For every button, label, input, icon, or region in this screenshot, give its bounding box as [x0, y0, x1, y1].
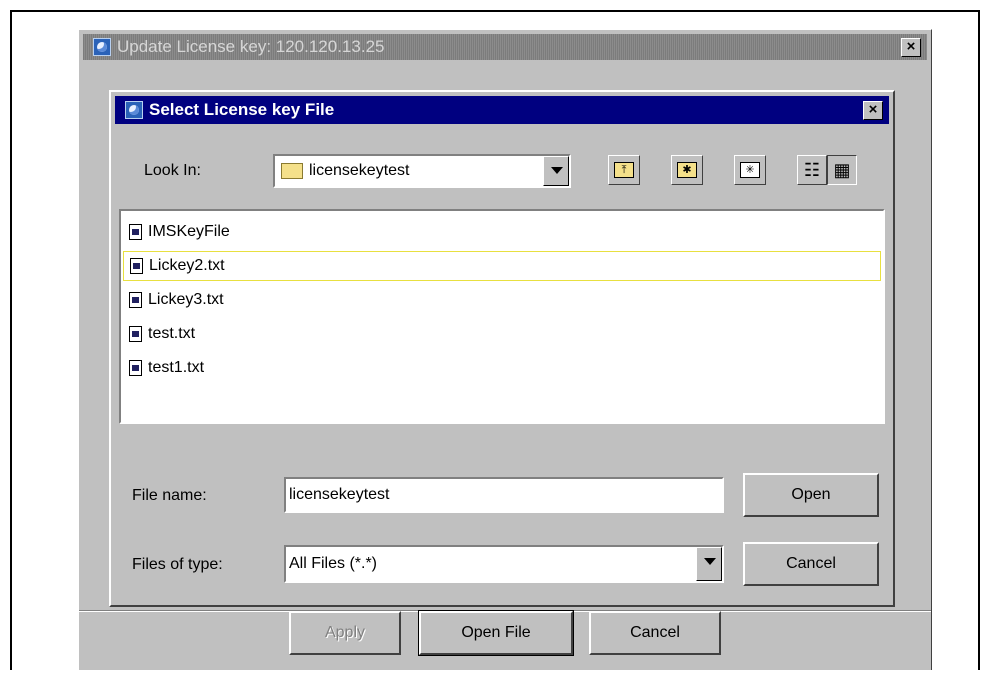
outer-window-title: Update License key: 120.120.13.25 [117, 37, 385, 56]
open-button-label: Open [791, 486, 831, 503]
open-file-button[interactable]: Open File [418, 610, 574, 656]
file-list[interactable]: IMSKeyFile Lickey2.txt Lickey3.txt test.… [119, 209, 885, 424]
files-of-type-label: Files of type: [132, 556, 223, 573]
footer-cancel-button[interactable]: Cancel [589, 611, 721, 655]
file-name: test1.txt [148, 359, 205, 376]
list-view-button[interactable]: ☷ [797, 155, 827, 185]
dialog-cancel-button[interactable]: Cancel [743, 542, 879, 586]
file-name: Lickey3.txt [148, 291, 224, 308]
details-view-button[interactable]: ▦ [827, 155, 857, 185]
file-name: IMSKeyFile [148, 223, 230, 240]
select-file-dialog: Select License key File × Look In: licen… [109, 90, 895, 607]
dialog-app-icon [125, 101, 143, 119]
home-folder-button[interactable]: ✱ [671, 155, 703, 185]
update-license-window: Update License key: 120.120.13.25 × Sele… [78, 29, 932, 670]
file-name-value: licensekeytest [289, 486, 390, 503]
look-in-dropdown-arrow[interactable] [543, 156, 569, 186]
footer-cancel-label: Cancel [630, 624, 680, 641]
file-item[interactable]: IMSKeyFile [123, 217, 881, 247]
files-of-type-dropdown-arrow[interactable] [696, 547, 722, 581]
look-in-label: Look In: [144, 162, 201, 179]
details-view-icon: ▦ [833, 159, 851, 180]
file-name: test.txt [148, 325, 196, 342]
file-item-selected[interactable]: Lickey2.txt [123, 251, 881, 281]
file-icon [129, 292, 142, 308]
dialog-close-button[interactable]: × [863, 101, 883, 120]
file-icon [129, 224, 142, 240]
open-button[interactable]: Open [743, 473, 879, 517]
outer-title-bar[interactable]: Update License key: 120.120.13.25 [83, 34, 927, 60]
file-item[interactable]: test1.txt [123, 353, 881, 383]
folder-icon [281, 163, 303, 179]
app-icon [93, 38, 111, 56]
dialog-cancel-label: Cancel [786, 555, 836, 572]
file-item[interactable]: test.txt [123, 319, 881, 349]
outer-close-button[interactable]: × [901, 38, 921, 57]
files-of-type-dropdown[interactable]: All Files (*.*) [284, 545, 724, 583]
home-folder-icon: ✱ [677, 162, 697, 178]
apply-button[interactable]: Apply [289, 611, 401, 655]
list-view-icon: ☷ [803, 159, 821, 180]
file-name-label: File name: [132, 487, 207, 504]
dialog-title: Select License key File [149, 100, 335, 119]
look-in-value: licensekeytest [309, 162, 410, 179]
up-one-level-button[interactable]: ⤒ [608, 155, 640, 185]
open-file-button-label: Open File [461, 624, 531, 641]
apply-button-label: Apply [324, 624, 366, 641]
dialog-title-bar[interactable]: Select License key File [115, 96, 889, 124]
new-folder-button[interactable]: ✳ [734, 155, 766, 185]
file-name-field[interactable]: licensekeytest [284, 477, 724, 513]
look-in-dropdown[interactable]: licensekeytest [273, 154, 571, 188]
files-of-type-value: All Files (*.*) [289, 555, 378, 572]
file-icon [129, 326, 142, 342]
file-icon [130, 258, 143, 274]
file-name: Lickey2.txt [149, 257, 225, 274]
up-folder-icon: ⤒ [614, 162, 634, 178]
file-item[interactable]: Lickey3.txt [123, 285, 881, 315]
new-folder-icon: ✳ [740, 162, 760, 178]
file-icon [129, 360, 142, 376]
